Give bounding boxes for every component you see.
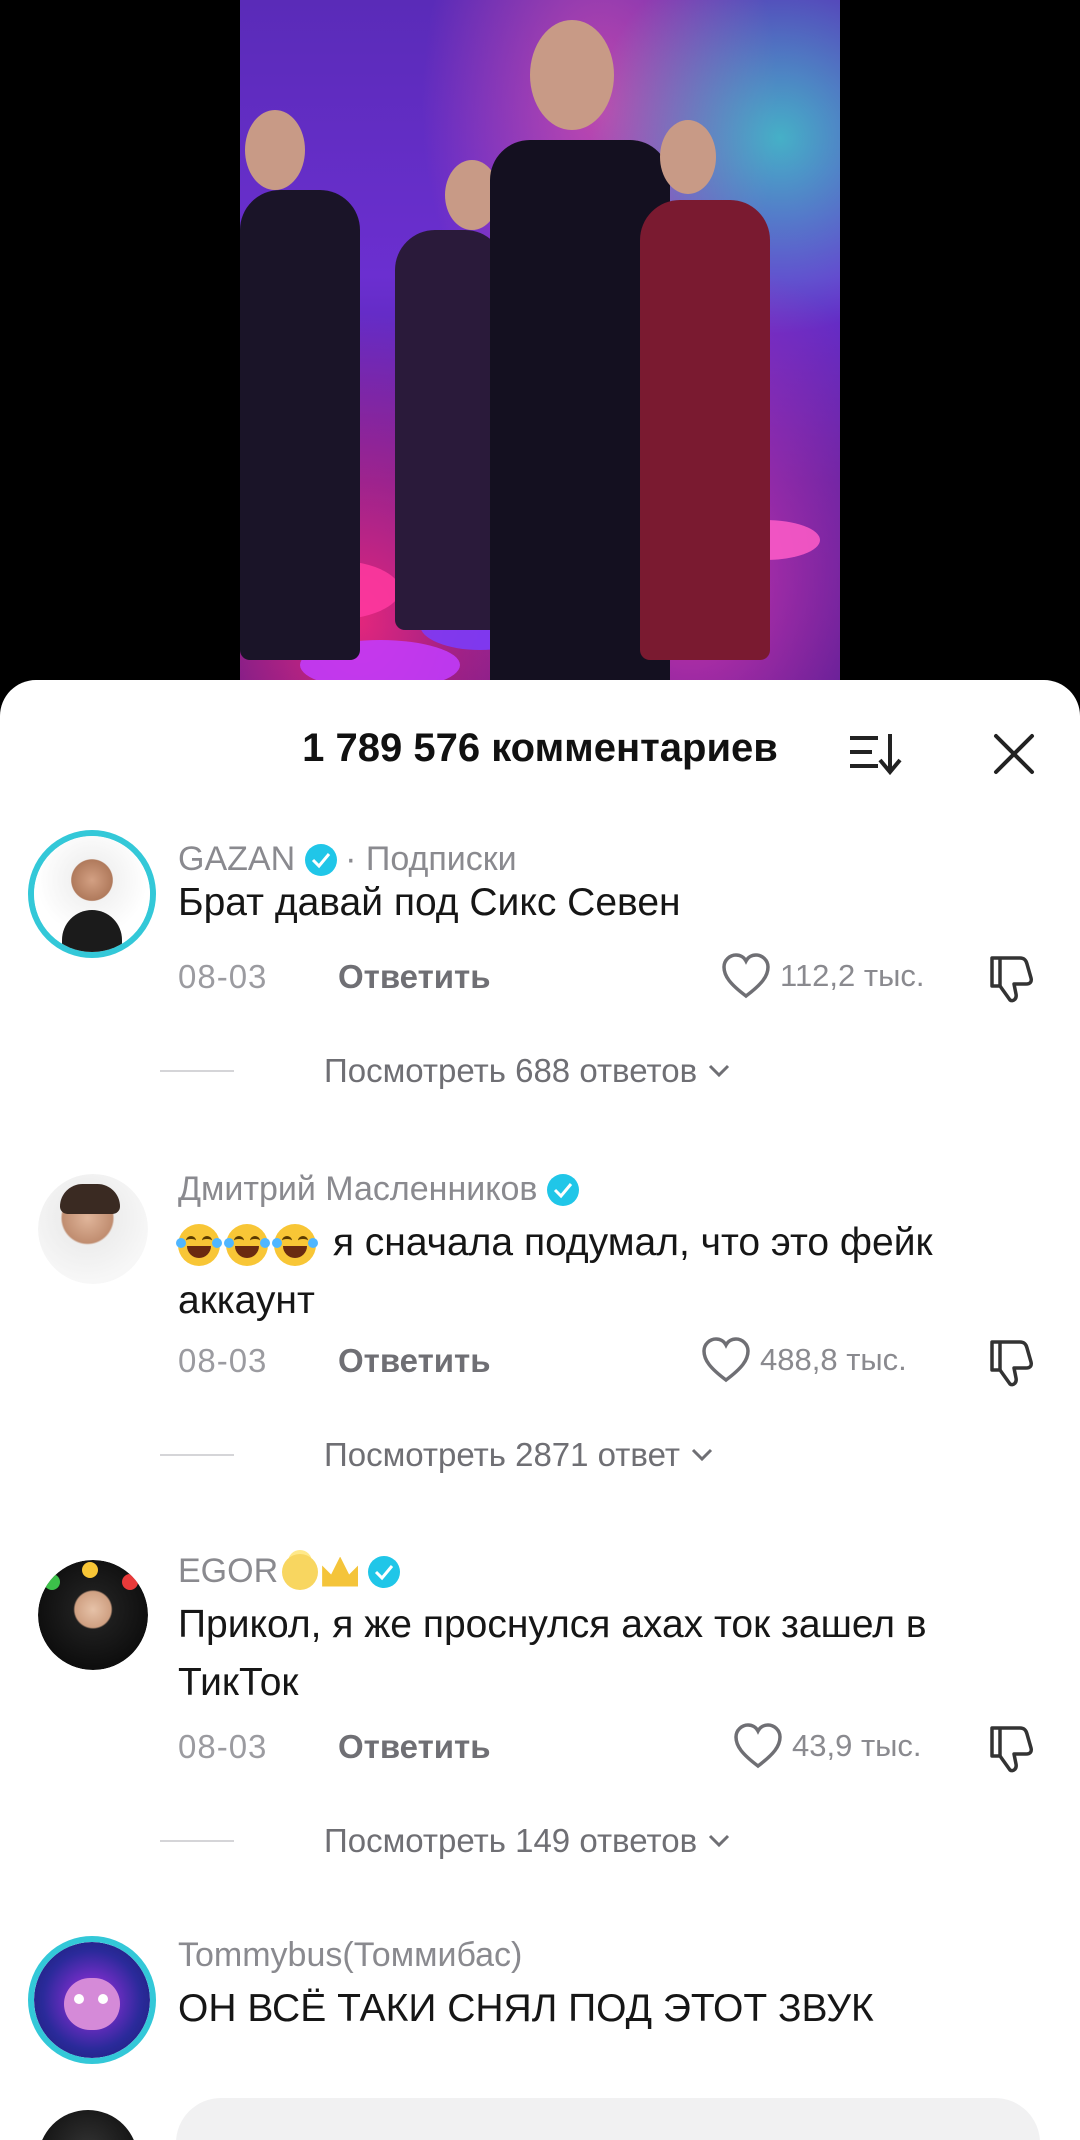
laughing-emoji-icon xyxy=(224,1223,270,1266)
comment-input[interactable] xyxy=(176,2098,1040,2140)
comments-header: 1 789 576 комментариев xyxy=(0,680,1080,820)
comment-date: 08-03 xyxy=(178,1728,268,1765)
avatar[interactable] xyxy=(38,1560,148,1670)
dancer xyxy=(240,190,360,660)
video-player[interactable] xyxy=(0,0,1080,690)
like-count: 43,9 тыс. xyxy=(792,1728,922,1763)
dancer xyxy=(640,200,770,660)
comment-text: Брат давай под Сикс Севен xyxy=(178,881,681,924)
like-button[interactable]: 43,9 тыс. xyxy=(732,1722,922,1770)
dancer xyxy=(395,230,505,630)
comment-username[interactable]: EGOR xyxy=(178,1552,401,1591)
heart-icon xyxy=(702,1337,750,1383)
view-replies-button[interactable]: Посмотреть 149 ответов xyxy=(160,1822,731,1860)
like-count: 488,8 тыс. xyxy=(760,1342,907,1377)
comment-item: GAZAN · Подписки Брат давай под Сикс Сев… xyxy=(0,830,1080,1130)
divider xyxy=(160,1840,234,1842)
view-replies-label: Посмотреть 688 ответов xyxy=(324,1052,698,1089)
comment-item: Дмитрий Масленников я сначала подумал, ч… xyxy=(0,1170,1080,1510)
chevron-down-icon xyxy=(709,1064,730,1078)
view-replies-button[interactable]: Посмотреть 2871 ответ xyxy=(160,1436,714,1474)
comment-item: EGOR Прикол, я же проснулся ахах ток заш… xyxy=(0,1552,1080,1892)
like-button[interactable]: 488,8 тыс. xyxy=(700,1336,907,1384)
comments-count-title: 1 789 576 комментариев xyxy=(302,726,778,770)
close-icon[interactable] xyxy=(988,728,1040,780)
heart-icon xyxy=(722,953,770,999)
crown-emoji-icon xyxy=(322,1556,359,1587)
current-user-avatar xyxy=(38,2110,138,2140)
angel-emoji-icon xyxy=(282,1553,319,1590)
dancer-head xyxy=(660,120,716,194)
emoji-decoration-icon xyxy=(44,1574,60,1590)
comments-sheet: 1 789 576 комментариев GAZAN · Подписки … xyxy=(0,680,1080,2140)
laughing-emoji-icon xyxy=(272,1223,318,1266)
reply-button[interactable]: Ответить xyxy=(338,1342,491,1380)
heart-icon xyxy=(734,1723,782,1769)
dislike-icon[interactable] xyxy=(982,1720,1038,1776)
avatar[interactable] xyxy=(38,1174,148,1284)
chevron-down-icon xyxy=(691,1448,713,1462)
view-replies-label: Посмотреть 149 ответов xyxy=(324,1822,698,1859)
video-frame[interactable] xyxy=(240,0,840,690)
username-text: Tommybus(Томмибас) xyxy=(178,1936,523,1974)
dislike-icon[interactable] xyxy=(982,950,1038,1006)
comment-username[interactable]: Tommybus(Томмибас) xyxy=(178,1936,522,1975)
view-replies-label: Посмотреть 2871 ответ xyxy=(324,1436,680,1473)
comment-item: Tommybus(Томмибас) ОН ВСЁ ТАКИ СНЯЛ ПОД … xyxy=(0,1936,1080,2096)
dancer-head xyxy=(530,20,614,130)
emoji-decoration-icon xyxy=(122,1574,138,1590)
comment-text: ОН ВСЁ ТАКИ СНЯЛ ПОД ЭТОТ ЗВУК xyxy=(178,1987,874,2030)
comment-date: 08-03 xyxy=(178,1342,268,1379)
comment-date: 08-03 xyxy=(178,958,268,995)
reply-button[interactable]: Ответить xyxy=(338,958,491,996)
dislike-icon[interactable] xyxy=(982,1334,1038,1390)
laughing-emoji-icon xyxy=(176,1223,222,1266)
like-count: 112,2 тыс. xyxy=(780,958,925,993)
verified-icon xyxy=(368,1555,401,1588)
dancer-head xyxy=(245,110,305,190)
comment-username[interactable]: Дмитрий Масленников xyxy=(178,1170,580,1209)
chevron-down-icon xyxy=(709,1834,730,1848)
sort-icon[interactable] xyxy=(848,730,904,778)
username-text: Дмитрий Масленников xyxy=(178,1170,538,1208)
view-replies-button[interactable]: Посмотреть 688 ответов xyxy=(160,1052,731,1090)
username-text: EGOR xyxy=(178,1552,279,1590)
like-button[interactable]: 112,2 тыс. xyxy=(720,952,924,1000)
reply-button[interactable]: Ответить xyxy=(338,1728,491,1766)
avatar[interactable] xyxy=(28,830,156,958)
emoji-decoration-icon xyxy=(82,1562,98,1578)
comment-text: я сначала подумал, что это фейк аккаунт xyxy=(176,1214,1048,1330)
divider xyxy=(160,1070,234,1072)
avatar[interactable] xyxy=(28,1936,156,2064)
verified-icon xyxy=(547,1173,580,1206)
comment-text: Прикол, я же проснулся ахах ток зашел в … xyxy=(178,1603,927,1704)
verified-icon xyxy=(305,843,338,876)
divider xyxy=(160,1454,234,1456)
